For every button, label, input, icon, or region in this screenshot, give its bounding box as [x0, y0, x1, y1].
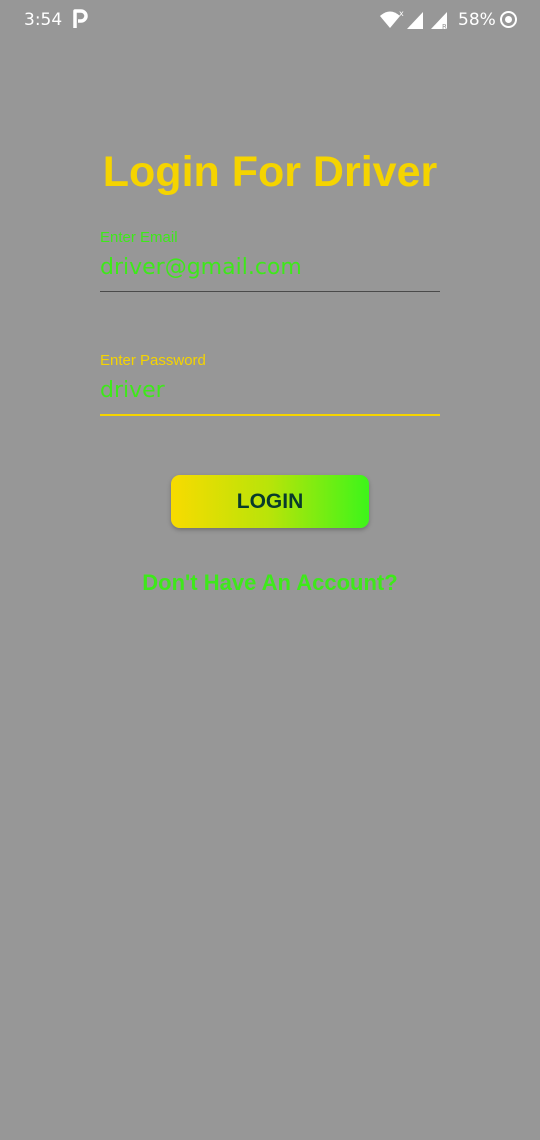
password-field[interactable]: Enter Password: [100, 351, 440, 416]
battery-icon: [500, 11, 517, 28]
email-field[interactable]: Enter Email: [100, 228, 440, 292]
parking-icon: [73, 9, 88, 28]
login-screen: 3:54 x R 58% Login For Driver Enter Emai…: [0, 0, 540, 1140]
email-label: Enter Email: [100, 229, 178, 246]
page-title: Login For Driver: [102, 148, 438, 196]
status-bar: 3:54 x R 58%: [0, 0, 540, 40]
battery-percent: 58%: [458, 10, 496, 30]
email-input[interactable]: [100, 248, 440, 286]
password-underline: [100, 414, 440, 416]
login-button[interactable]: LOGIN: [171, 475, 369, 528]
signal-icon: [407, 12, 423, 29]
signal-icon: R: [431, 12, 447, 30]
email-underline: [100, 291, 440, 292]
signup-link[interactable]: Don't Have An Account?: [0, 570, 540, 596]
password-input[interactable]: [100, 371, 440, 409]
wifi-icon: x: [380, 9, 404, 28]
status-time: 3:54: [24, 10, 63, 30]
password-label: Enter Password: [100, 352, 206, 369]
svg-text:x: x: [399, 9, 404, 18]
svg-text:R: R: [442, 23, 447, 30]
